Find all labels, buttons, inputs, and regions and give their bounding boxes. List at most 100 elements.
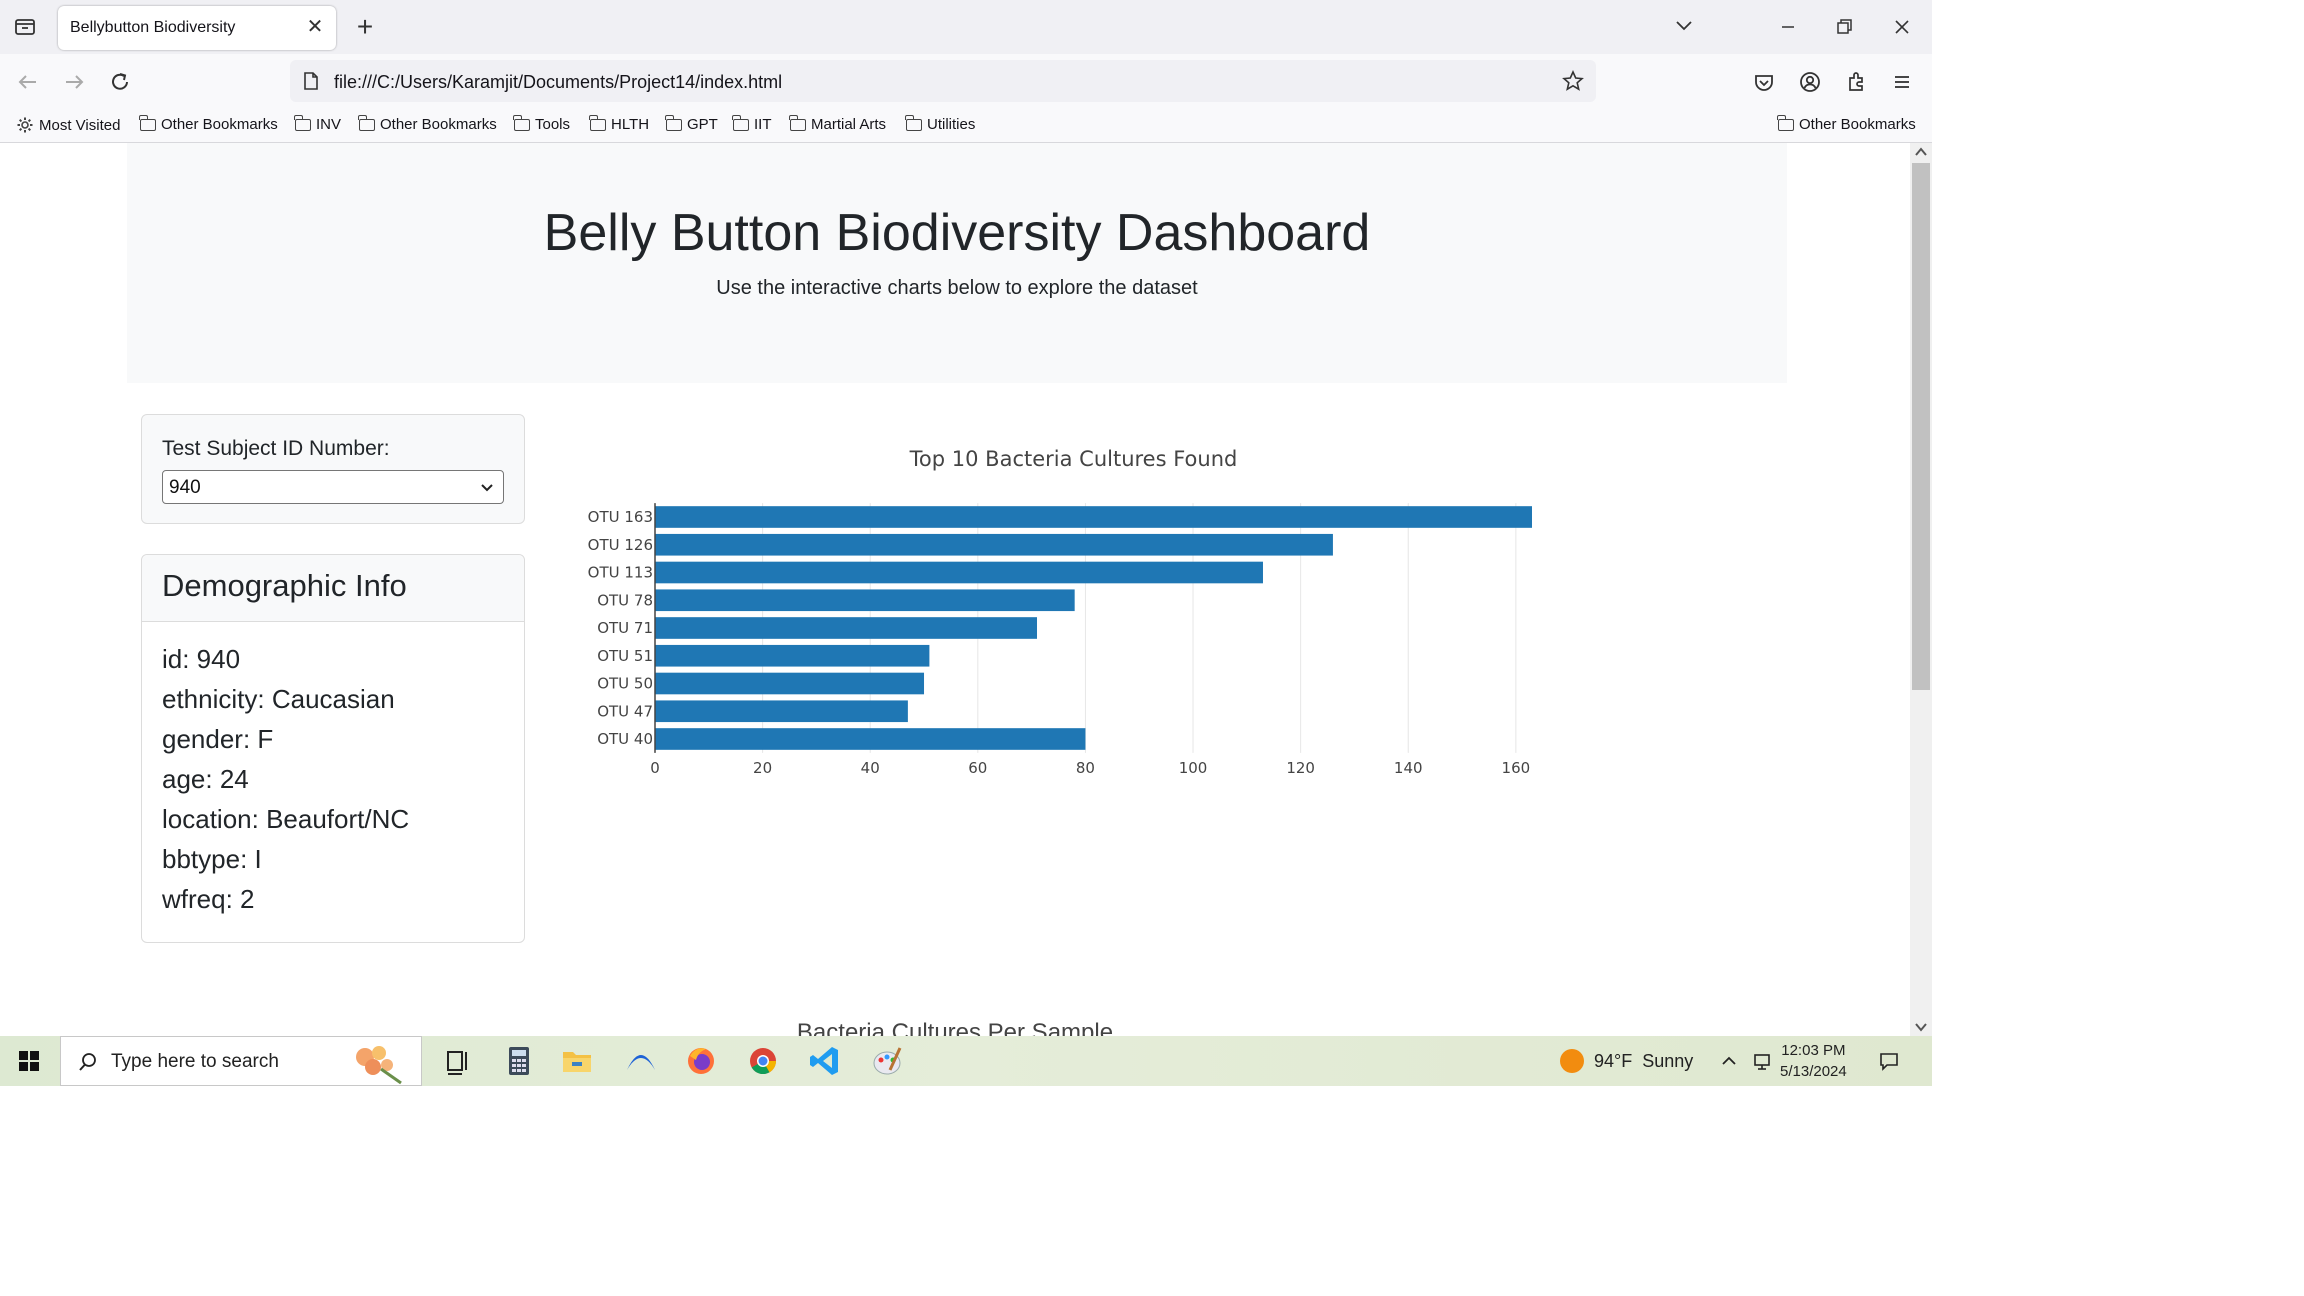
bookmark-folder[interactable]: Martial Arts xyxy=(789,114,886,133)
notifications-icon[interactable] xyxy=(1878,1050,1900,1072)
bookmark-folder[interactable]: GPT xyxy=(665,114,718,133)
chevron-up-icon[interactable] xyxy=(1718,1050,1740,1072)
scroll-thumb[interactable] xyxy=(1912,163,1930,690)
demographic-info-card: Demographic Info id: 940 ethnicity: Cauc… xyxy=(141,554,525,943)
x-tick-label: 20 xyxy=(753,759,772,777)
active-tab[interactable]: Bellybutton Biodiversity ✕ xyxy=(58,6,336,50)
demographic-header: Demographic Info xyxy=(142,555,524,622)
network-icon[interactable] xyxy=(1752,1050,1774,1072)
tab-title: Bellybutton Biodiversity xyxy=(70,19,236,36)
chevron-down-icon xyxy=(481,484,493,492)
close-tab-icon[interactable]: ✕ xyxy=(302,14,328,40)
search-icon xyxy=(79,1053,96,1071)
selected-subject-id: 940 xyxy=(169,477,201,498)
pocket-icon[interactable] xyxy=(1750,68,1778,96)
scroll-up-icon[interactable] xyxy=(1913,145,1929,159)
file-explorer-icon[interactable] xyxy=(550,1036,604,1086)
demographic-item: bbtype: I xyxy=(162,844,262,874)
folder-icon xyxy=(589,114,606,131)
browser-window: Bellybutton Biodiversity ✕ + file:///C:/… xyxy=(0,0,1932,1036)
top10-bar-chart[interactable]: Top 10 Bacteria Cultures Found 0 20 40 60 80 1… xyxy=(570,423,1730,893)
bookmark-folder[interactable]: Utilities xyxy=(905,114,975,133)
x-tick-label: 40 xyxy=(861,759,880,777)
bookmark-folder[interactable]: HLTH xyxy=(589,114,649,133)
extensions-icon[interactable] xyxy=(1842,68,1870,96)
demographic-list: id: 940 ethnicity: Caucasian gender: F a… xyxy=(162,639,409,919)
paint-icon[interactable] xyxy=(860,1036,914,1086)
system-clock[interactable]: 12:03 PM 5/13/2024 xyxy=(1780,1040,1847,1082)
bookmark-star-icon[interactable] xyxy=(1562,70,1584,92)
y-tick-label: OTU 50 xyxy=(597,675,653,693)
reload-icon[interactable] xyxy=(106,68,134,96)
bar[interactable] xyxy=(655,589,1075,612)
sun-icon xyxy=(1560,1049,1584,1073)
forward-icon[interactable] xyxy=(60,68,88,96)
subject-id-dropdown[interactable]: 940 xyxy=(162,470,504,504)
list-all-tabs-icon[interactable] xyxy=(1664,10,1704,44)
bookmark-most-visited[interactable]: Most Visited xyxy=(16,116,120,134)
weather-text: 94°F Sunny xyxy=(1594,1050,1694,1071)
new-tab-button[interactable]: + xyxy=(350,12,380,42)
folder-icon xyxy=(358,114,375,131)
folder-icon xyxy=(905,114,922,131)
vscode-icon[interactable] xyxy=(798,1036,852,1086)
menu-icon[interactable] xyxy=(1888,68,1916,96)
demographic-title: Demographic Info xyxy=(162,568,407,603)
scroll-down-icon[interactable] xyxy=(1913,1020,1929,1034)
clock-time: 12:03 PM xyxy=(1781,1042,1846,1059)
weather-widget[interactable]: 94°F Sunny xyxy=(1560,1049,1693,1073)
bookmark-folder[interactable]: IIT xyxy=(732,114,772,133)
url-bar[interactable]: file:///C:/Users/Karamjit/Documents/Proj… xyxy=(290,60,1596,102)
windows-start-icon[interactable] xyxy=(0,1036,58,1086)
bar[interactable] xyxy=(655,506,1532,528)
folder-icon xyxy=(294,114,311,131)
bookmark-folder-other[interactable]: Other Bookmarks xyxy=(1777,114,1916,133)
x-tick-label: 160 xyxy=(1502,759,1531,777)
page-scrollbar[interactable] xyxy=(1910,143,1932,1036)
bar[interactable] xyxy=(655,672,925,695)
bar[interactable] xyxy=(655,700,908,723)
bookmark-label: Tools xyxy=(535,116,571,133)
bookmark-folder[interactable]: Other Bookmarks xyxy=(358,114,497,133)
demographic-item: wfreq: 2 xyxy=(162,884,255,914)
bookmark-label: Other Bookmarks xyxy=(1799,116,1916,133)
minimize-icon[interactable] xyxy=(1768,10,1808,44)
clock-date: 5/13/2024 xyxy=(1780,1063,1847,1080)
page-subtitle: Use the interactive charts below to expl… xyxy=(716,277,1198,299)
tab-list-icon[interactable] xyxy=(12,14,38,40)
bookmark-folder[interactable]: Other Bookmarks xyxy=(139,114,278,133)
bookmark-folder[interactable]: INV xyxy=(294,114,341,133)
task-view-icon[interactable] xyxy=(430,1036,484,1086)
x-tick-label: 80 xyxy=(1076,759,1095,777)
y-tick-label: OTU 126 xyxy=(588,536,653,554)
taskbar-search-box[interactable]: Type here to search xyxy=(60,1036,422,1086)
gear-icon xyxy=(17,117,33,133)
firefox-icon[interactable] xyxy=(674,1036,728,1086)
folder-icon xyxy=(513,114,530,131)
bar[interactable] xyxy=(655,561,1263,584)
page-title: Belly Button Biodiversity Dashboard xyxy=(543,204,1371,262)
bookmark-label: Other Bookmarks xyxy=(380,116,497,133)
y-tick-label: OTU 113 xyxy=(588,564,653,582)
demographic-item: gender: F xyxy=(162,724,274,754)
chrome-icon[interactable] xyxy=(736,1036,790,1086)
x-tick-label: 100 xyxy=(1179,759,1208,777)
account-icon[interactable] xyxy=(1796,68,1824,96)
folder-icon xyxy=(1777,114,1794,131)
close-window-icon[interactable] xyxy=(1882,10,1922,44)
bubble-chart-title: Bacteria Cultures Per Sample xyxy=(796,1019,1114,1036)
bar[interactable] xyxy=(655,617,1038,639)
bar[interactable] xyxy=(655,728,1086,750)
restore-icon[interactable] xyxy=(1824,10,1864,44)
back-icon[interactable] xyxy=(14,68,42,96)
app-icon[interactable] xyxy=(614,1036,668,1086)
bookmark-label: Most Visited xyxy=(39,116,121,134)
x-tick-label: 120 xyxy=(1286,759,1315,777)
folder-icon xyxy=(665,114,682,131)
url-text: file:///C:/Users/Karamjit/Documents/Proj… xyxy=(334,72,783,92)
bar[interactable] xyxy=(655,644,930,667)
bookmark-label: GPT xyxy=(687,116,718,133)
calculator-icon[interactable] xyxy=(492,1036,546,1086)
bookmark-folder[interactable]: Tools xyxy=(513,114,571,133)
bar[interactable] xyxy=(655,533,1333,556)
